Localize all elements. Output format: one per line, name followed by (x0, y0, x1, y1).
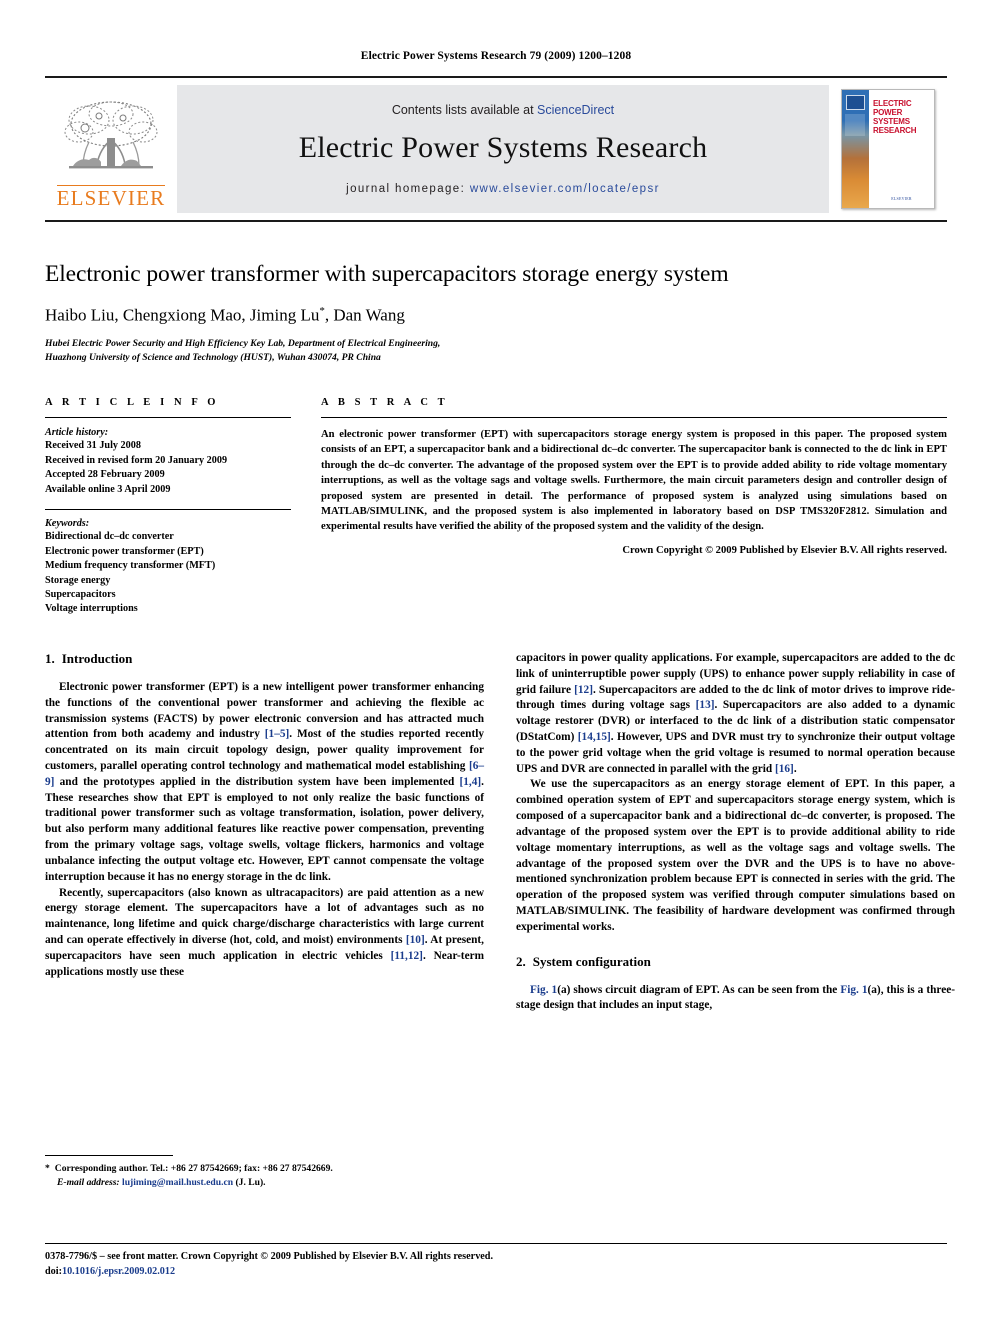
author-list: Haibo Liu, Chengxiong Mao, Jiming Lu*, D… (45, 305, 947, 326)
intro-paragraph-1: Electronic power transformer (EPT) is a … (45, 680, 484, 883)
journal-masthead: ELSEVIER Contents lists available at Sci… (45, 76, 947, 213)
keyword-item: Bidirectional dc–dc converter (45, 531, 174, 543)
abstract-text: An electronic power transformer (EPT) wi… (321, 429, 947, 533)
system-config-paragraph-1: Fig. 1(a) shows circuit diagram of EPT. … (516, 983, 955, 1012)
article-info-rule (45, 417, 291, 419)
page-footer: 0378-7796/$ – see front matter. Crown Co… (45, 1243, 947, 1280)
body-column-right: capacitors in power quality applications… (516, 651, 955, 1014)
figure-link[interactable]: Fig. 1 (840, 984, 867, 996)
history-accepted: Accepted 28 February 2009 (45, 469, 165, 481)
affiliation-line-2: Huazhong University of Science and Techn… (45, 352, 381, 364)
doi-label: doi: (45, 1265, 62, 1277)
section-heading-introduction: 1. Introduction (45, 651, 484, 667)
keyword-item: Storage energy (45, 574, 111, 586)
section-number: 1. (45, 650, 55, 666)
authors-names-tail: , Dan Wang (324, 305, 405, 325)
intro-paragraph-4: We use the supercapacitors as an energy … (516, 778, 955, 933)
article-history-title: Article history: (45, 427, 109, 439)
history-received: Received 31 July 2008 (45, 440, 141, 452)
citation-link[interactable]: [6–9] (45, 760, 484, 788)
journal-homepage-line: journal homepage: www.elsevier.com/locat… (346, 183, 660, 195)
affiliation: Hubei Electric Power Security and High E… (45, 337, 947, 365)
cover-title: ELECTRIC POWER SYSTEMS RESEARCH (869, 90, 934, 136)
footnote-marker: * (45, 1163, 50, 1174)
figure-link[interactable]: Fig. 1 (530, 984, 557, 996)
section-system-configuration: 2. System configuration Fig. 1(a) shows c… (516, 954, 955, 1015)
footer-rule (45, 1243, 947, 1244)
affiliation-line-1: Hubei Electric Power Security and High E… (45, 338, 441, 350)
sciencedirect-link[interactable]: ScienceDirect (537, 103, 614, 117)
homepage-label: journal homepage: (346, 183, 466, 195)
front-matter-line: 0378-7796/$ – see front matter. Crown Co… (45, 1251, 494, 1262)
section-heading-system-configuration: 2. System configuration (516, 954, 955, 970)
keyword-item: Medium frequency transformer (MFT) (45, 560, 216, 572)
cover-emblem-icon (846, 95, 865, 110)
keyword-item: Supercapacitors (45, 589, 116, 600)
contents-available-line: Contents lists available at ScienceDirec… (392, 103, 614, 117)
citation-link[interactable]: [16] (775, 763, 794, 775)
citation-link[interactable]: [12] (574, 684, 593, 696)
intro-paragraph-3: capacitors in power quality applications… (516, 651, 955, 775)
email-label: E-mail address: (57, 1177, 120, 1189)
journal-article-page: Electric Power Systems Research 79 (2009… (0, 0, 992, 1323)
elsevier-tree-icon (59, 98, 163, 184)
keywords-title: Keywords: (45, 518, 90, 530)
contents-prefix: Contents lists available at (391, 103, 538, 117)
cover-title-line1: ELECTRIC POWER (873, 99, 912, 117)
email-owner: (J. Lu). (235, 1177, 266, 1189)
article-body: 1. Introduction Electronic power transfor… (45, 651, 955, 1014)
abstract-label: A B S T R A C T (321, 397, 449, 409)
citation-link[interactable]: [1,4] (460, 776, 482, 788)
info-and-abstract: A R T I C L E I N F O Article history: R… (45, 397, 947, 617)
corresponding-author-footnote: * Corresponding author. Tel.: +86 27 8754… (45, 1155, 484, 1190)
abstract-copyright: Crown Copyright © 2009 Published by Else… (622, 544, 947, 556)
elsevier-logo: ELSEVIER (45, 85, 177, 213)
masthead-bottom-rule (45, 220, 947, 222)
section-number: 2. (516, 953, 526, 969)
journal-cover-thumbnail: ELECTRIC POWER SYSTEMS RESEARCH ELSEVIER (829, 85, 947, 213)
cover-tower-icon (845, 114, 865, 136)
citation-link[interactable]: [14,15] (578, 731, 611, 743)
journal-title: Electric Power Systems Research (298, 131, 708, 164)
article-info-column: A R T I C L E I N F O Article history: R… (45, 397, 291, 617)
elsevier-wordmark: ELSEVIER (56, 185, 166, 210)
doi-line: doi:10.1016/j.epsr.2009.02.012 (45, 1265, 947, 1280)
history-revised: Received in revised form 20 January 2009 (45, 454, 228, 466)
homepage-url-link[interactable]: www.elsevier.com/locate/epsr (470, 183, 660, 195)
abstract-rule (321, 417, 947, 419)
cover-publisher-mark: ELSEVIER (891, 196, 912, 201)
footnote-contact: Corresponding author. Tel.: +86 27 87542… (54, 1163, 333, 1174)
citation-link[interactable]: [10] (406, 934, 425, 946)
title-block: Electronic power transformer with superc… (45, 260, 947, 365)
citation-link[interactable]: [13] (696, 699, 715, 711)
page-title: Electronic power transformer with superc… (45, 261, 729, 287)
footnote-rule (45, 1155, 173, 1156)
cover-photo-strip (842, 90, 869, 208)
citation-link[interactable]: [1–5] (265, 728, 289, 740)
section-title: Introduction (61, 650, 133, 666)
email-link[interactable]: lujiming@mail.hust.edu.cn (122, 1177, 233, 1188)
keyword-item: Voltage interruptions (45, 603, 138, 615)
footnote-text: * Corresponding author. Tel.: +86 27 8754… (45, 1162, 484, 1190)
cover-title-line2: SYSTEMS RESEARCH (873, 116, 917, 135)
keyword-item: Electronic power transformer (EPT) (45, 545, 204, 557)
citation-link[interactable]: [11,12] (391, 950, 423, 962)
keywords-rule (45, 509, 291, 511)
article-info-label: A R T I C L E I N F O (45, 397, 220, 409)
section-title: System configuration (532, 953, 651, 969)
authors-names: Haibo Liu, Chengxiong Mao, Jiming Lu (45, 305, 320, 325)
doi-link[interactable]: 10.1016/j.epsr.2009.02.012 (62, 1266, 175, 1277)
running-head: Electric Power Systems Research 79 (2009… (360, 50, 632, 62)
intro-paragraph-2: Recently, supercapacitors (also known as… (45, 886, 485, 978)
body-column-left: 1. Introduction Electronic power transfor… (45, 651, 484, 1014)
keywords-block: Keywords: Bidirectional dc–dc converter … (45, 509, 291, 617)
history-online: Available online 3 April 2009 (45, 483, 171, 495)
abstract-column: A B S T R A C T An electronic power tran… (321, 397, 947, 617)
cover-body: ELECTRIC POWER SYSTEMS RESEARCH ELSEVIER (869, 90, 934, 208)
journal-panel: Contents lists available at ScienceDirec… (177, 85, 829, 213)
